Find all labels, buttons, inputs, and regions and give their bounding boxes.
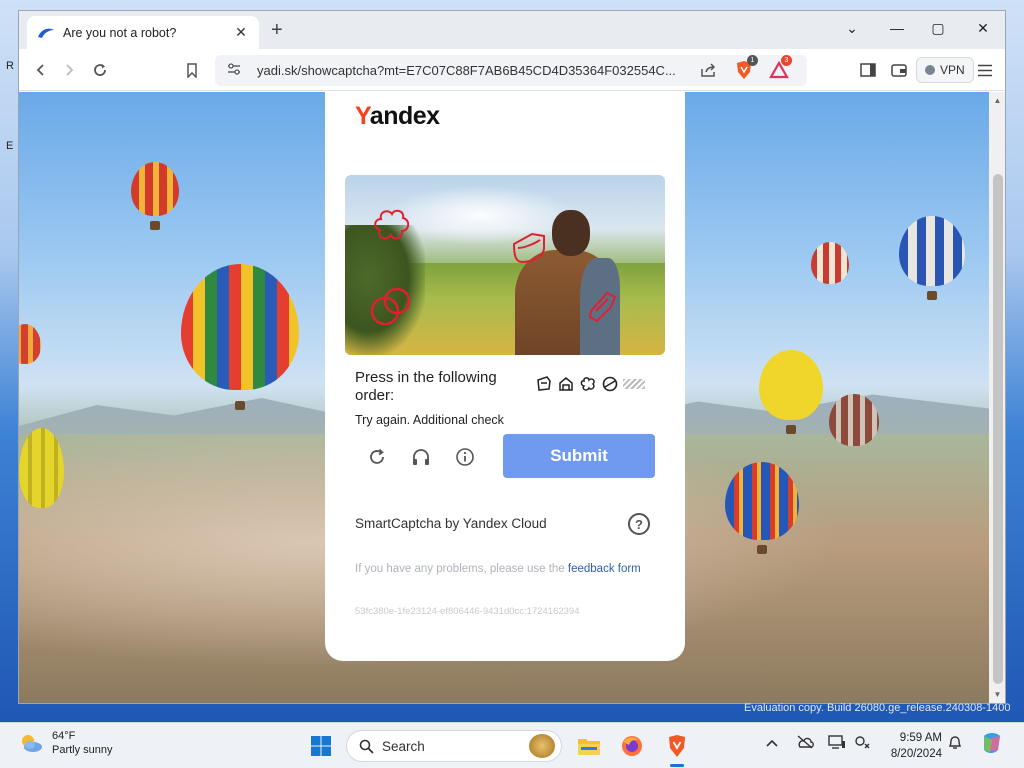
display-icon[interactable]: [828, 735, 846, 753]
hot-air-balloon: [759, 350, 823, 434]
desktop-icon-fragment: R: [6, 60, 14, 72]
order-shape-3-icon: [579, 375, 597, 393]
page-scrollbar[interactable]: ▲ ▼: [989, 92, 1005, 703]
forward-arrow-icon[interactable]: [58, 59, 80, 81]
system-clock[interactable]: 9:59 AM 8/20/2024: [884, 730, 942, 762]
bookmark-icon[interactable]: [181, 59, 203, 81]
captcha-shape-cloud[interactable]: [371, 205, 413, 247]
vpn-button[interactable]: VPN: [916, 57, 974, 83]
clock-date: 8/20/2024: [890, 748, 942, 760]
reload-icon[interactable]: [89, 59, 111, 81]
firefox-icon[interactable]: [617, 731, 647, 761]
evaluation-watermark: Evaluation copy. Build 26080.ge_release.…: [744, 702, 1011, 714]
search-icon: [359, 739, 374, 754]
order-noise-decor: [623, 379, 645, 389]
scrollbar-thumb[interactable]: [993, 174, 1003, 684]
scroll-down-icon[interactable]: ▼: [991, 690, 1004, 700]
windows-start-icon[interactable]: [306, 731, 336, 761]
shields-count-badge: 1: [747, 55, 758, 66]
taskbar-search[interactable]: Search: [346, 730, 562, 762]
captcha-image[interactable]: [345, 175, 665, 355]
browser-toolbar: yadi.sk/showcaptcha?mt=E7C07C88F7AB6B45C…: [19, 49, 1005, 91]
request-id: 53fc380e-1fe23124-ef806446-9431d0cc:1724…: [355, 606, 580, 617]
browser-window: Are you not a robot? ✕ + ⌄ — ▢ ✕ yadi.sk…: [18, 10, 1006, 704]
hot-air-balloon: [811, 242, 849, 284]
hot-air-balloon: [181, 264, 299, 410]
weather-temperature: 64°F: [52, 730, 76, 742]
yandex-disk-favicon: [38, 28, 54, 38]
tab-title: Are you not a robot?: [63, 25, 177, 40]
problems-note: If you have any problems, please use the…: [355, 563, 641, 575]
brave-browser-icon[interactable]: [662, 731, 692, 761]
page-viewport: Yandex Press in the following order: Try…: [19, 92, 989, 703]
smartcaptcha-brand: SmartCaptcha by Yandex Cloud: [355, 516, 547, 531]
menu-icon[interactable]: [974, 59, 996, 81]
order-shape-4-icon: [601, 375, 619, 393]
captcha-prompt: Press in the following order:: [355, 369, 497, 404]
copilot-icon[interactable]: [980, 732, 1004, 757]
file-explorer-icon[interactable]: [574, 731, 604, 761]
tab-search-dropdown-icon[interactable]: ⌄: [838, 20, 866, 37]
refresh-icon[interactable]: [365, 445, 389, 469]
wallet-icon[interactable]: [888, 59, 910, 81]
hot-air-balloon: [131, 162, 179, 230]
captcha-shape-tag[interactable]: [585, 287, 621, 325]
hot-air-balloon: [725, 462, 799, 554]
hot-air-balloon: [19, 324, 41, 364]
notification-bell-icon[interactable]: [948, 735, 962, 753]
desktop-icon-fragment: E: [6, 140, 14, 152]
feedback-link[interactable]: feedback form: [568, 563, 641, 575]
minimize-button[interactable]: —: [883, 20, 911, 36]
weather-description: Partly sunny: [52, 744, 113, 756]
vpn-label: VPN: [940, 63, 965, 77]
network-volume-icon[interactable]: [854, 735, 872, 753]
search-label: Search: [382, 738, 425, 754]
order-shape-1-icon: [535, 375, 553, 393]
scroll-up-icon[interactable]: ▲: [991, 96, 1004, 106]
tab-close-icon[interactable]: ✕: [233, 24, 249, 41]
site-settings-icon[interactable]: [227, 63, 241, 78]
maximize-button[interactable]: ▢: [924, 20, 952, 37]
show-hidden-icons-chevron-icon[interactable]: [766, 735, 778, 751]
new-tab-button[interactable]: +: [271, 19, 283, 41]
search-highlight-icon: [529, 734, 555, 758]
order-shape-2-icon: [557, 375, 575, 393]
hot-air-balloon: [829, 394, 879, 446]
help-icon[interactable]: ?: [628, 513, 650, 535]
share-icon[interactable]: [697, 59, 719, 81]
clock-time: 9:59 AM: [899, 732, 942, 744]
hot-air-balloon: [899, 216, 965, 300]
captcha-shape-rings[interactable]: [369, 285, 415, 331]
active-app-indicator: [670, 764, 684, 767]
weather-widget[interactable]: 64°F Partly sunny: [18, 729, 113, 757]
tab-bar: Are you not a robot? ✕ + ⌄ — ▢ ✕: [19, 11, 1005, 49]
captcha-card: Yandex Press in the following order: Try…: [325, 92, 685, 661]
close-window-button[interactable]: ✕: [969, 20, 997, 37]
taskbar: 64°F Partly sunny Search 9:59 AM 8/20/20…: [0, 722, 1024, 768]
captcha-status: Try again. Additional check: [355, 413, 504, 427]
hot-air-balloon: [19, 428, 64, 508]
yandex-logo: Yandex: [355, 102, 440, 130]
partly-sunny-icon: [18, 732, 44, 754]
brave-rewards-icon[interactable]: 3: [768, 55, 792, 81]
captcha-order-hint: [535, 372, 650, 396]
onedrive-offline-icon[interactable]: [796, 735, 814, 752]
sidebar-toggle-icon[interactable]: [857, 59, 879, 81]
url-text: yadi.sk/showcaptcha?mt=E7C07C88F7AB6B45C…: [257, 63, 676, 78]
back-arrow-icon[interactable]: [30, 59, 52, 81]
rewards-count-badge: 3: [781, 55, 792, 66]
brave-shields-icon[interactable]: 1: [733, 55, 758, 81]
info-icon[interactable]: [453, 445, 477, 469]
captcha-shape-cup[interactable]: [510, 230, 548, 266]
tab-captcha[interactable]: Are you not a robot? ✕: [27, 16, 259, 49]
submit-button[interactable]: Submit: [503, 434, 655, 478]
audio-captcha-icon[interactable]: [409, 445, 433, 469]
vpn-status-icon: [925, 65, 935, 75]
